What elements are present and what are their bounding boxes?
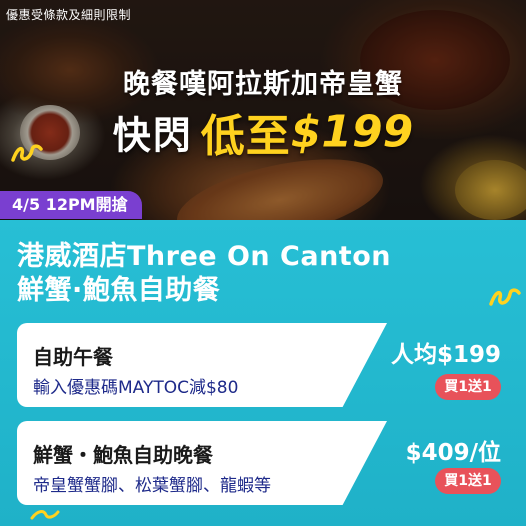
squiggle-decoration-icon (11, 144, 43, 162)
hotel-name: 港威酒店Three On Canton (17, 241, 391, 272)
offer-price: 人均$199 (390, 342, 501, 368)
headline-line2: 快閃 低至$199 (0, 100, 526, 164)
buy-one-get-one-badge: 買1送1 (435, 374, 501, 400)
offer-name: 鮮蟹・鮑魚自助晚餐 (33, 443, 213, 467)
hero-food-image: 優惠受條款及細則限制 晚餐嘆阿拉斯加帝皇蟹 快閃 低至$199 (0, 0, 526, 220)
offer-name: 自助午餐 (33, 345, 113, 369)
headline-line1: 晚餐嘆阿拉斯加帝皇蟹 (123, 69, 403, 100)
launch-time-badge: 4/5 12PM開搶 (0, 191, 142, 219)
squiggle-decoration-icon (30, 510, 60, 520)
hotel-title: 港威酒店Three On Canton 鮮蟹·鮑魚自助餐 (17, 240, 391, 308)
buy-one-get-one-badge: 買1送1 (435, 468, 501, 494)
offer-description: 帝皇蟹蟹腳、松葉蟹腳、龍蝦等 (33, 476, 271, 496)
offer-description: 輸入優惠碼MAYTOC減$80 (33, 378, 239, 398)
headline-highlight: 低至 (200, 111, 291, 162)
headline-price: $199 (290, 106, 414, 158)
promo-banner[interactable]: 優惠受條款及細則限制 晚餐嘆阿拉斯加帝皇蟹 快閃 低至$199 4/5 12PM開… (0, 0, 526, 526)
terms-notice: 優惠受條款及細則限制 (6, 8, 132, 22)
offer-card-lunch[interactable]: 自助午餐 輸入優惠碼MAYTOC減$80 人均$199 買1送1 (17, 323, 513, 407)
headline-prefix: 快閃 (112, 113, 193, 158)
offer-card-dinner[interactable]: 鮮蟹・鮑魚自助晚餐 帝皇蟹蟹腳、松葉蟹腳、龍蝦等 $409/位 買1送1 (17, 421, 513, 505)
squiggle-decoration-icon (489, 288, 521, 306)
buffet-name: 鮮蟹·鮑魚自助餐 (17, 275, 221, 306)
offer-price: $409/位 (405, 440, 501, 466)
